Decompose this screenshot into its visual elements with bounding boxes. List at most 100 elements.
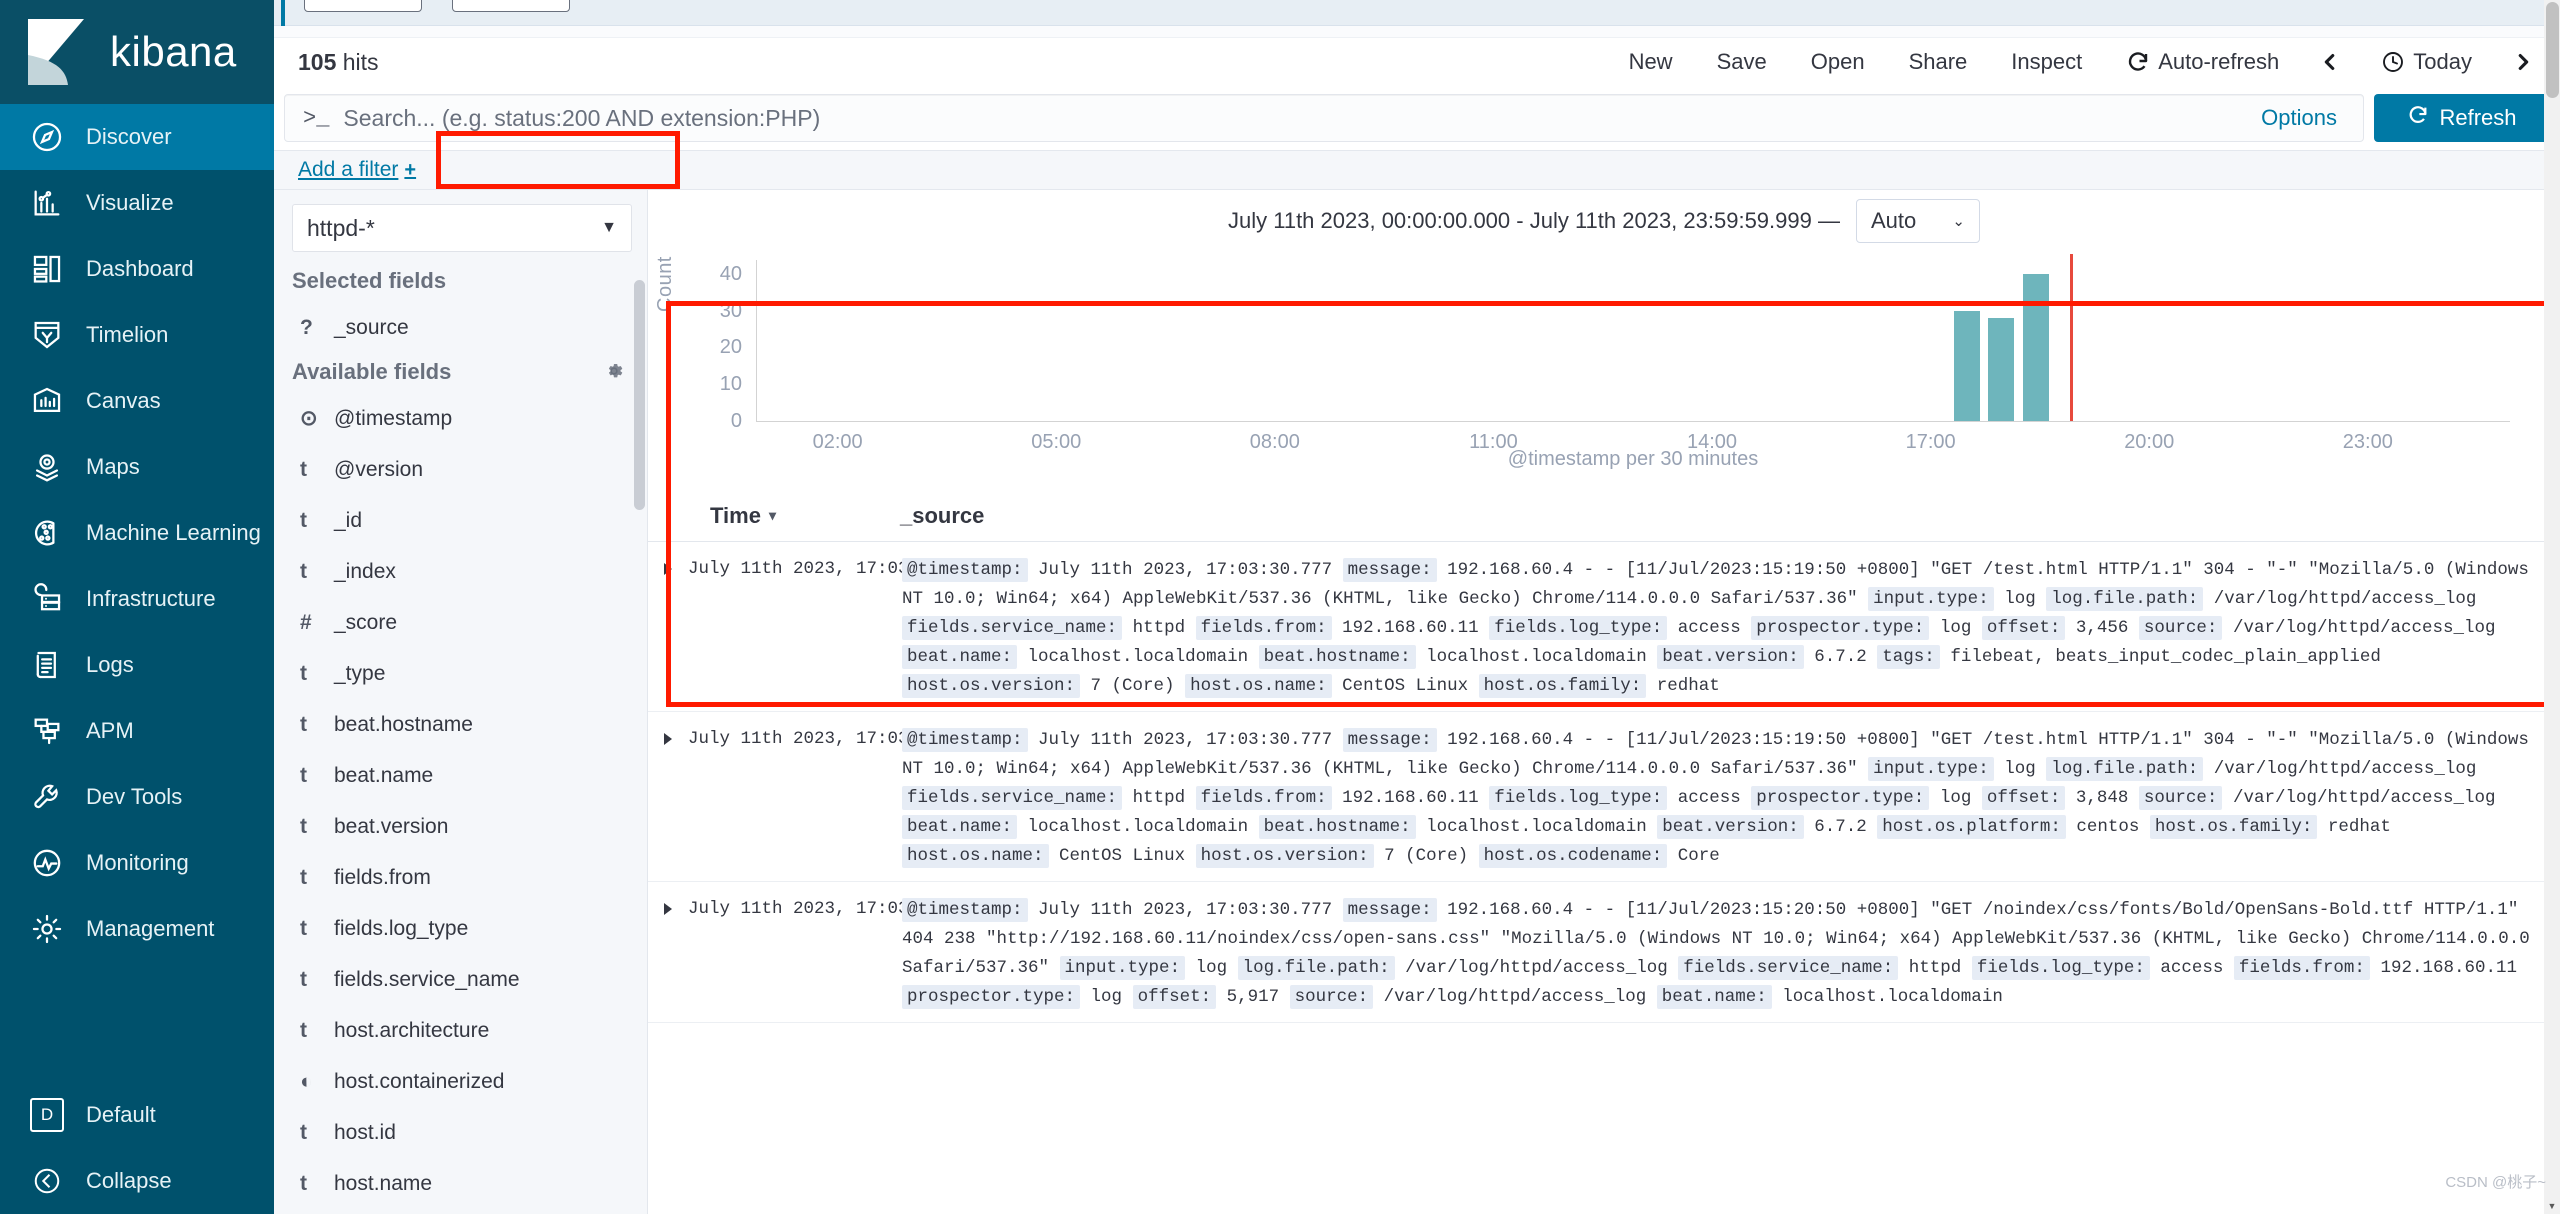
field-item-host-name[interactable]: t host.name xyxy=(274,1158,647,1209)
time-quick-select-button[interactable]: Today xyxy=(2359,49,2494,75)
new-button[interactable]: New xyxy=(1607,49,1695,75)
field-value: 6.7.2 xyxy=(1814,817,1867,837)
field-name: fields.log_type xyxy=(334,916,469,940)
field-list-scrollbar[interactable] xyxy=(634,280,645,510)
field-name: _type xyxy=(334,661,386,685)
inspect-button[interactable]: Inspect xyxy=(1989,49,2104,75)
field-value: redhat xyxy=(1656,676,1720,696)
sidebar-item-visualize[interactable]: Visualize xyxy=(0,170,274,236)
field-value: /var/log/httpd/access_log xyxy=(1383,987,1647,1007)
field-type-icon: t xyxy=(300,1120,307,1144)
add-filter-button[interactable]: Add a filter + xyxy=(298,158,416,182)
interval-select[interactable]: Auto ⌄ xyxy=(1855,199,1980,243)
sidebar-item-dev-tools[interactable]: Dev Tools xyxy=(0,764,274,830)
field-item--type[interactable]: t _type xyxy=(274,648,647,699)
available-fields-list: ⊙ @timestamp t @version t _id t _index # _score t _… xyxy=(274,393,647,1209)
field-name: host.containerized xyxy=(334,1069,505,1093)
sidebar-item-label: Canvas xyxy=(86,388,161,413)
field-value: 192.168.60.11 xyxy=(2380,958,2517,978)
sidebar-item-canvas[interactable]: Canvas xyxy=(0,368,274,434)
field-item--version[interactable]: t @version xyxy=(274,444,647,495)
field-name: _index xyxy=(334,559,396,583)
field-item-beat-hostname[interactable]: t beat.hostname xyxy=(274,699,647,750)
field-item-beat-name[interactable]: t beat.name xyxy=(274,750,647,801)
sidebar-item-dashboard[interactable]: Dashboard xyxy=(0,236,274,302)
chart-bar[interactable] xyxy=(1987,317,2014,421)
open-button[interactable]: Open xyxy=(1789,49,1887,75)
field-item-fields-log-type[interactable]: t fields.log_type xyxy=(274,903,647,954)
field-name: beat.name xyxy=(334,763,434,787)
toolbar-button-2[interactable] xyxy=(452,0,570,12)
row-expand-button[interactable] xyxy=(648,556,688,701)
share-button[interactable]: Share xyxy=(1887,49,1990,75)
table-row[interactable]: July 11th 2023, 17:03:30.777 @timestamp: … xyxy=(648,882,2560,1023)
sidebar-item-label: Management xyxy=(86,916,215,941)
search-input-wrapper[interactable]: >_ Search... (e.g. status:200 AND extens… xyxy=(284,94,2364,142)
watermark-text: CSDN @桃子~ xyxy=(2445,1174,2546,1191)
field-key: prospector.type: xyxy=(902,985,1081,1009)
field-item-host-id[interactable]: t host.id xyxy=(274,1107,647,1158)
scrollbar-down-arrow[interactable]: ▼ xyxy=(2544,1197,2560,1214)
chart-y-tick: 10 xyxy=(719,373,742,396)
chart-bar[interactable] xyxy=(2022,273,2049,421)
field-key: fields.log_type: xyxy=(1971,956,2150,980)
field-key: offset: xyxy=(1981,786,2066,810)
index-pattern-wrapper: httpd-* ▼ xyxy=(274,190,647,262)
sort-desc-icon[interactable]: ▾ xyxy=(769,507,776,524)
index-pattern-select[interactable]: httpd-* ▼ xyxy=(292,204,632,252)
column-header-time[interactable]: Time ▾ xyxy=(648,503,892,529)
refresh-button[interactable]: Refresh xyxy=(2374,94,2550,142)
field-item--timestamp[interactable]: ⊙ @timestamp xyxy=(274,393,647,444)
save-button[interactable]: Save xyxy=(1695,49,1789,75)
table-row[interactable]: July 11th 2023, 17:03:30.777 @timestamp: … xyxy=(648,712,2560,882)
sidebar-item-infrastructure[interactable]: Infrastructure xyxy=(0,566,274,632)
field-item-fields-service-name[interactable]: t fields.service_name xyxy=(274,954,647,1005)
clock-icon xyxy=(2381,50,2405,74)
field-key: @timestamp: xyxy=(902,558,1028,582)
chart-bar[interactable] xyxy=(1954,310,1981,421)
query-options-link[interactable]: Options xyxy=(2261,105,2337,131)
sidebar-item-logs[interactable]: Logs xyxy=(0,632,274,698)
sidebar-item-maps[interactable]: Maps xyxy=(0,434,274,500)
field-item--id[interactable]: t _id xyxy=(274,495,647,546)
sidebar-item-apm[interactable]: APM xyxy=(0,698,274,764)
scrollbar-thumb[interactable] xyxy=(2546,2,2559,98)
sidebar-item-machine-learning[interactable]: Machine Learning xyxy=(0,500,274,566)
search-input[interactable]: Search... (e.g. status:200 AND extension… xyxy=(343,105,2261,132)
kibana-logo[interactable]: kibana xyxy=(0,0,274,104)
table-row[interactable]: July 11th 2023, 17:03:30.777 @timestamp: … xyxy=(648,542,2560,712)
field-item-fields-from[interactable]: t fields.from xyxy=(274,852,647,903)
field-item-beat-version[interactable]: t beat.version xyxy=(274,801,647,852)
field-key: @timestamp: xyxy=(902,728,1028,752)
field-item--source[interactable]: ? _source xyxy=(274,302,647,353)
page-scrollbar[interactable]: ▲ ▼ xyxy=(2544,0,2560,1214)
sidebar-item-monitoring[interactable]: Monitoring xyxy=(0,830,274,896)
sidebar-item-discover[interactable]: Discover xyxy=(0,104,274,170)
field-value: redhat xyxy=(2327,817,2391,837)
chart-plot-area[interactable]: 02:00 05:00 08:00 11:00 14:00 17:00 20:00 23:00 xyxy=(756,254,2510,453)
field-name: _id xyxy=(334,508,363,532)
sidebar-item-management[interactable]: Management xyxy=(0,896,274,962)
space-selector-default[interactable]: D Default xyxy=(0,1082,274,1148)
auto-refresh-button[interactable]: Auto-refresh xyxy=(2104,49,2301,75)
field-item-host-containerized[interactable]: ◐ host.containerized xyxy=(274,1056,647,1107)
selected-fields-title: Selected fields xyxy=(292,268,447,293)
auto-refresh-label: Auto-refresh xyxy=(2158,49,2280,74)
field-value: localhost.localdomain xyxy=(1027,647,1249,667)
field-item--index[interactable]: t _index xyxy=(274,546,647,597)
toolbar-button-1[interactable] xyxy=(304,0,422,12)
time-prev-button[interactable] xyxy=(2301,50,2359,74)
field-name: host.architecture xyxy=(334,1018,490,1042)
field-item-host-architecture[interactable]: t host.architecture xyxy=(274,1005,647,1056)
field-key: host.os.codename: xyxy=(1478,844,1668,868)
field-item--score[interactable]: # _score xyxy=(274,597,647,648)
row-time: July 11th 2023, 17:03:30.777 xyxy=(688,729,983,749)
row-expand-button[interactable] xyxy=(648,726,688,871)
field-settings-gear-icon[interactable] xyxy=(603,360,625,387)
row-expand-button[interactable] xyxy=(648,896,688,1012)
field-value: httpd xyxy=(1132,618,1186,638)
field-value: 7 (Core) xyxy=(1090,676,1175,696)
sidebar-item-timelion[interactable]: Timelion xyxy=(0,302,274,368)
nav-collapse-button[interactable]: Collapse xyxy=(0,1148,274,1214)
row-source: @timestamp: July 11th 2023, 17:03:30.777… xyxy=(894,556,2560,701)
